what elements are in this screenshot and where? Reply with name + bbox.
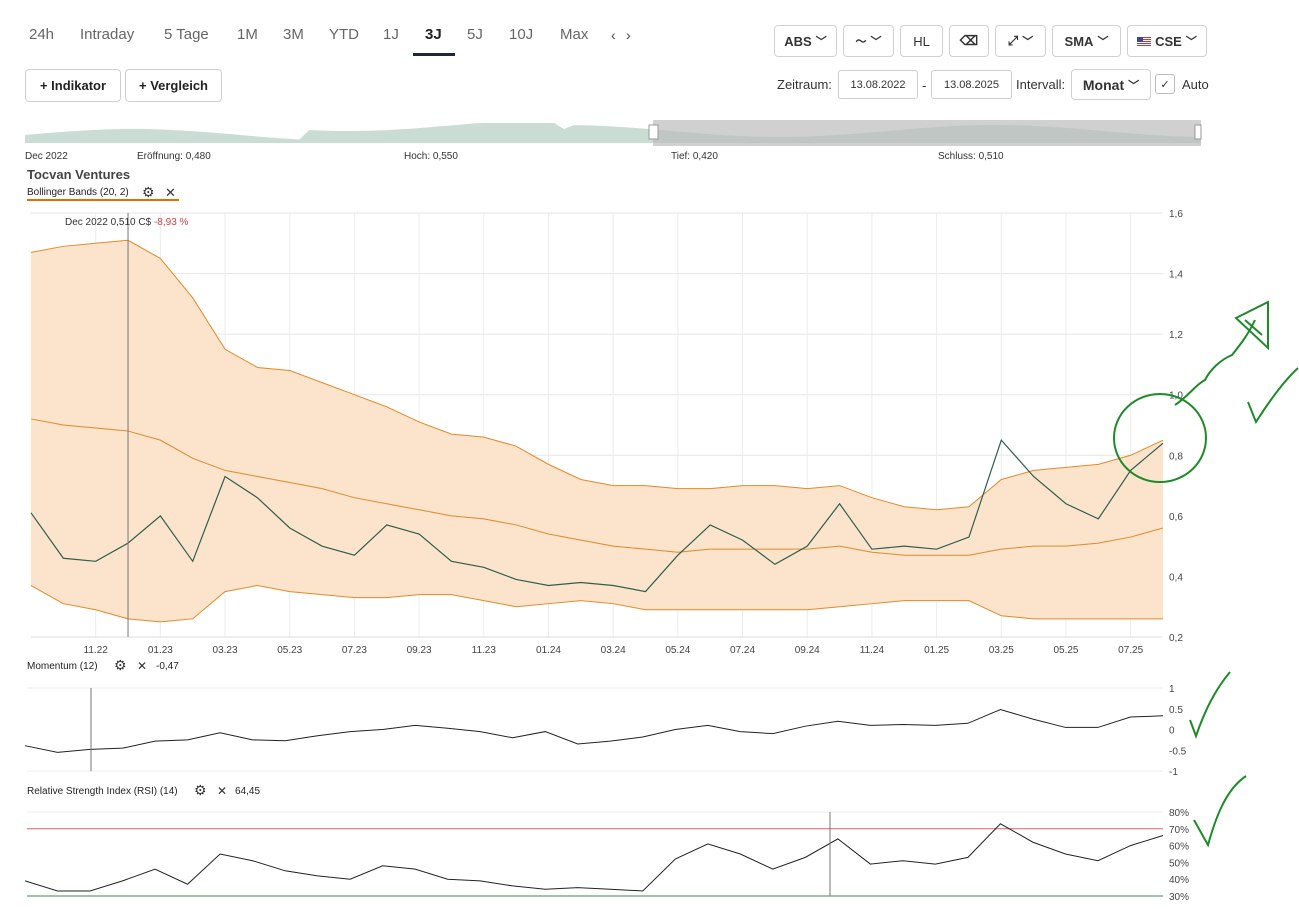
- momentum-tick-label: -0.5: [1169, 746, 1187, 757]
- close-icon[interactable]: ✕: [217, 784, 227, 798]
- x-tick-label: 07.24: [730, 645, 755, 656]
- x-tick-label: 03.25: [989, 645, 1014, 656]
- tooltip: Dec 2022 0,510 C$ -8,93 %: [65, 217, 188, 228]
- x-tick-label: 03.23: [213, 645, 238, 656]
- annotation-trend-stroke: [1174, 319, 1256, 406]
- y-tick-label: 1,4: [1169, 270, 1183, 281]
- annotation-arrow-head: [1234, 300, 1269, 351]
- rsi-tick-label: 60%: [1169, 842, 1189, 853]
- x-tick-label: 05.24: [665, 645, 690, 656]
- x-tick-label: 11.22: [84, 645, 109, 656]
- rsi-tick-label: 30%: [1169, 892, 1189, 903]
- momentum-tick-label: 0.5: [1169, 705, 1183, 716]
- tooltip-date: Dec 2022: [65, 217, 108, 228]
- rsi-tick-label: 50%: [1169, 858, 1189, 869]
- rsi-tick-label: 80%: [1169, 808, 1189, 819]
- momentum-label: Momentum (12): [27, 661, 98, 672]
- annotation-check-mark: [1193, 775, 1247, 848]
- rsi-line: [24, 823, 1164, 892]
- y-tick-label: 0,4: [1169, 572, 1183, 583]
- x-tick-label: 03.24: [601, 645, 626, 656]
- y-tick-label: 0,2: [1169, 633, 1183, 644]
- x-tick-label: 11.23: [472, 645, 497, 656]
- y-tick-label: 1,6: [1169, 209, 1183, 220]
- annotation-check-mark: [1189, 671, 1231, 739]
- x-tick-label: 01.24: [536, 645, 561, 656]
- x-tick-label: 09.24: [795, 645, 820, 656]
- annotation-check-mark: [1247, 367, 1299, 425]
- x-tick-label: 07.23: [342, 645, 367, 656]
- rsi-value: 64,45: [235, 786, 261, 797]
- x-tick-label: 01.25: [924, 645, 949, 656]
- rsi-label: Relative Strength Index (RSI) (14): [27, 786, 178, 797]
- momentum-value: -0,47: [156, 661, 179, 672]
- tooltip-value: 0,510 C$: [110, 217, 152, 228]
- x-tick-label: 11.24: [860, 645, 885, 656]
- momentum-tick-label: -1: [1169, 767, 1178, 778]
- x-tick-label: 07.25: [1118, 645, 1143, 656]
- y-tick-label: 0,8: [1169, 451, 1183, 462]
- x-tick-label: 05.23: [277, 645, 302, 656]
- momentum-line: [24, 709, 1164, 753]
- rsi-tick-label: 70%: [1169, 825, 1189, 836]
- x-tick-label: 05.25: [1053, 645, 1078, 656]
- gear-icon[interactable]: ⚙: [114, 657, 127, 674]
- tooltip-change: -8,93 %: [153, 217, 189, 228]
- y-tick-label: 1,2: [1169, 330, 1183, 341]
- momentum-tick-label: 0: [1169, 726, 1175, 737]
- x-tick-label: 01.23: [148, 645, 173, 656]
- gear-icon[interactable]: ⚙: [194, 782, 207, 799]
- price-chart[interactable]: 1,61,41,21,00,80,60,40,211.22 01.23 03.23 0…: [0, 0, 1299, 909]
- momentum-tick-label: 1: [1169, 684, 1175, 695]
- y-tick-label: 0,6: [1169, 512, 1183, 523]
- close-icon[interactable]: ✕: [137, 659, 147, 673]
- bollinger-band-fill: [31, 240, 1163, 622]
- x-tick-label: 09.23: [407, 645, 432, 656]
- rsi-tick-label: 40%: [1169, 875, 1189, 886]
